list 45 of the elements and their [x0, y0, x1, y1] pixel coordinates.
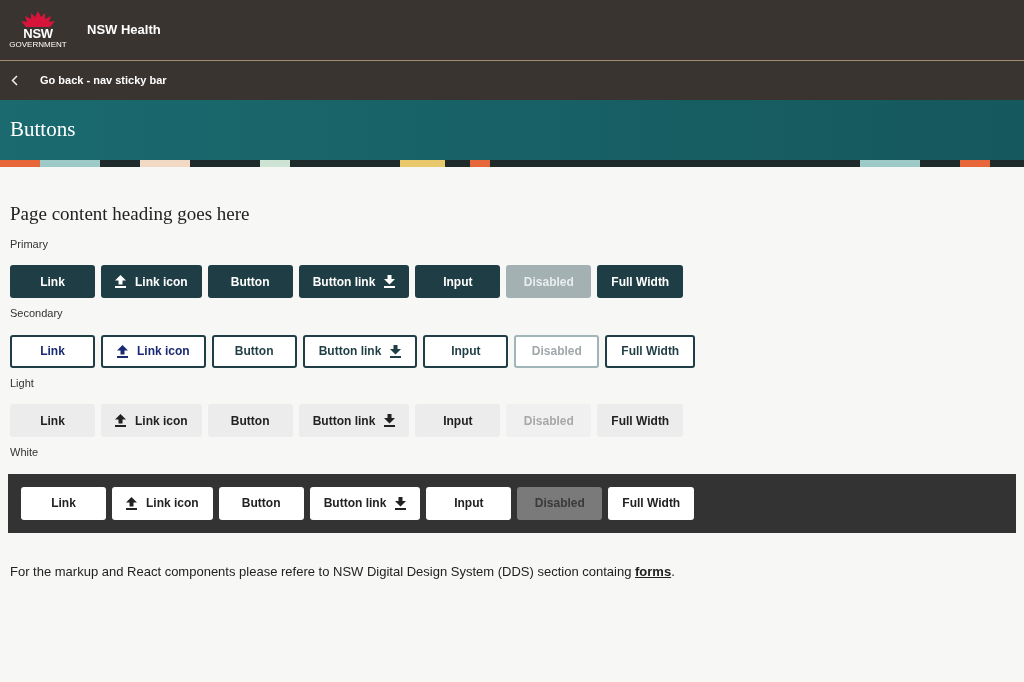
group-label: White	[10, 445, 40, 460]
download-icon	[384, 414, 396, 427]
button[interactable]: Button	[218, 486, 304, 520]
button[interactable]: Button link	[302, 334, 418, 368]
group-label: Secondary	[10, 306, 64, 321]
upload-icon	[117, 344, 128, 358]
logo-text: NSW	[23, 27, 53, 40]
link-button[interactable]: Link	[10, 404, 95, 437]
back-chevron-icon[interactable]	[11, 75, 18, 86]
link-button[interactable]: Link icon	[101, 265, 202, 298]
input-button[interactable]: Input	[415, 265, 501, 298]
download-icon	[395, 496, 407, 510]
link-button[interactable]: Link	[21, 486, 106, 520]
site-title: NSW Health	[87, 21, 161, 40]
button[interactable]: Full Width	[597, 265, 684, 298]
button[interactable]: Full Width	[608, 486, 695, 520]
button[interactable]: Button	[207, 404, 293, 437]
group-label: Light	[10, 375, 35, 391]
button[interactable]: Button link	[298, 404, 410, 437]
button[interactable]: Button link	[298, 265, 410, 298]
input-button[interactable]: Input	[423, 334, 509, 368]
input-button[interactable]: Input	[426, 486, 512, 520]
input-button[interactable]: Input	[415, 404, 501, 437]
page-title: Buttons	[10, 116, 76, 144]
upload-icon	[126, 496, 137, 510]
note-text: For the markup and React components please refere to NSW Digital Design System (DDS) section containg forms.	[10, 562, 676, 581]
link-button[interactable]: Link	[10, 265, 95, 298]
waratah-icon	[21, 11, 55, 27]
logo-subtext: GOVERNMENT	[9, 40, 67, 49]
back-link[interactable]: Go back - nav sticky bar	[40, 72, 167, 89]
button[interactable]: Button link	[309, 486, 421, 520]
content-heading: Page content heading goes here	[10, 202, 251, 226]
link-button[interactable]: Link icon	[101, 334, 206, 368]
upload-icon	[115, 414, 126, 427]
upload-icon	[115, 275, 126, 288]
download-icon	[384, 275, 396, 288]
link-button[interactable]: Link	[10, 334, 95, 368]
link-button[interactable]: Link icon	[112, 486, 213, 520]
button[interactable]: Full Width	[605, 334, 696, 368]
button[interactable]: Full Width	[597, 404, 684, 437]
group-label: Primary	[10, 236, 49, 252]
button[interactable]: Button	[207, 265, 293, 298]
button[interactable]: Button	[211, 334, 297, 368]
link-button[interactable]: Link icon	[101, 404, 202, 437]
download-icon	[390, 344, 402, 358]
